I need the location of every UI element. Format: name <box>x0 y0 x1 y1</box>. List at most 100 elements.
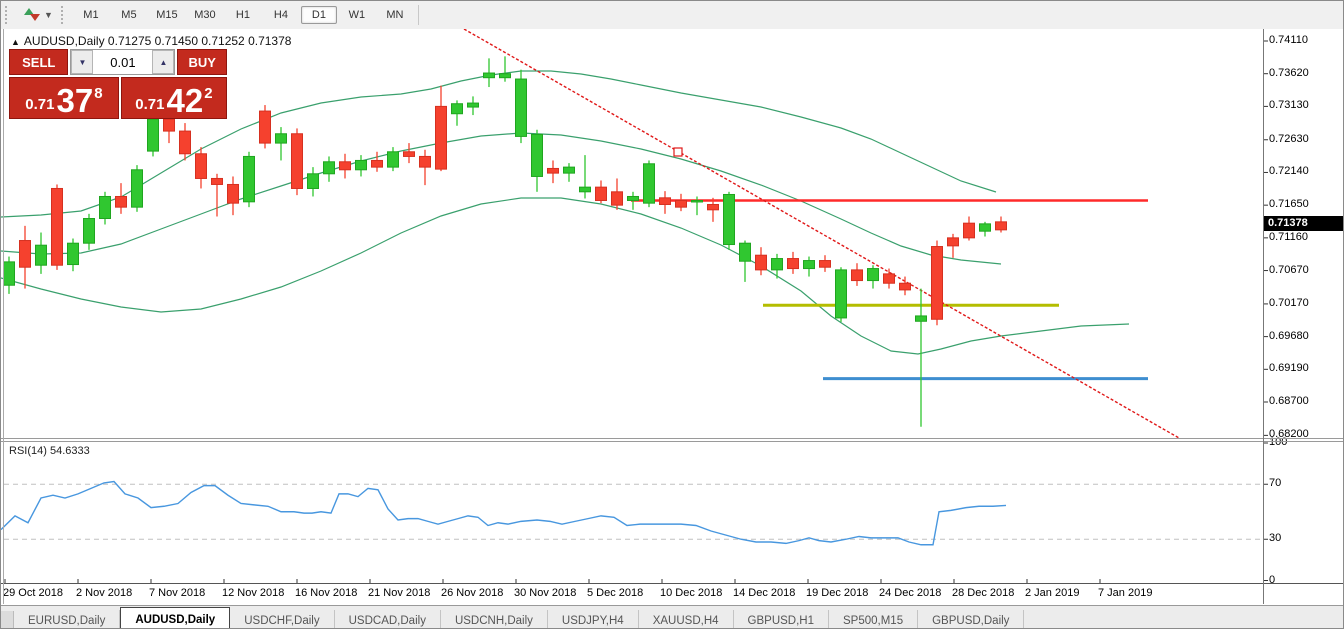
chart-tab-XAUUSD[interactable]: XAUUSD,H4 <box>639 610 734 629</box>
timeframe-button-W1[interactable]: W1 <box>339 6 375 24</box>
price-axis-label: 0.70670 <box>1269 264 1309 276</box>
candle <box>580 187 591 192</box>
candle <box>436 106 447 169</box>
current-price-tag: 0.71378 <box>1263 216 1344 231</box>
chart-tab-AUDUSD[interactable]: AUDUSD,Daily <box>120 607 230 629</box>
candle <box>20 241 31 268</box>
chart-type-icon[interactable] <box>22 6 42 24</box>
price-axis-label: 0.70170 <box>1269 297 1309 309</box>
time-axis-label: 2 Nov 2018 <box>76 587 132 599</box>
toolbar-grip-2[interactable] <box>61 6 67 24</box>
time-axis-label: 2 Jan 2019 <box>1025 587 1079 599</box>
pane-separator-2[interactable] <box>1 441 1344 442</box>
chart-tab-USDJPY[interactable]: USDJPY,H4 <box>548 610 639 629</box>
timeframe-button-M5[interactable]: M5 <box>111 6 147 24</box>
candle <box>820 261 831 268</box>
time-axis-label: 24 Dec 2018 <box>879 587 941 599</box>
one-click-trading-panel: SELL ▼ 0.01 ▲ BUY 0.71 37 8 0.71 42 2 <box>9 49 227 119</box>
symbol-marker-icon: ▲ <box>11 37 20 47</box>
chart-tab-SP500[interactable]: SP500,M15 <box>829 610 918 629</box>
timeframe-button-M30[interactable]: M30 <box>187 6 223 24</box>
candle <box>84 219 95 244</box>
time-axis-label: 7 Jan 2019 <box>1098 587 1152 599</box>
price-axis-label: 0.71650 <box>1269 198 1309 210</box>
sell-price-prefix: 0.71 <box>25 96 54 113</box>
descending-trendline[interactable] <box>464 29 1179 438</box>
price-axis-label: 0.69680 <box>1269 330 1309 342</box>
candle <box>148 119 159 151</box>
buy-price-prefix: 0.71 <box>135 96 164 113</box>
candle <box>228 184 239 203</box>
terminal-window: ▼ M1M5M15M30H1H4D1W1MN ▲ AUDUSD,Daily 0.7… <box>0 0 1344 629</box>
volume-stepper: ▼ 0.01 ▲ <box>70 49 175 75</box>
buy-quote[interactable]: 0.71 42 2 <box>121 77 227 119</box>
candle <box>868 269 879 281</box>
candle <box>916 316 927 321</box>
timeframe-button-H4[interactable]: H4 <box>263 6 299 24</box>
timeframe-button-H1[interactable]: H1 <box>225 6 261 24</box>
chevron-down-icon[interactable]: ▼ <box>44 10 53 20</box>
chart-tabs-bar: EURUSD,DailyAUDUSD,DailyUSDCHF,DailyUSDC… <box>1 605 1344 629</box>
candle <box>804 261 815 269</box>
candle <box>4 262 15 285</box>
trendline-anchor-marker[interactable] <box>674 148 682 156</box>
sell-button[interactable]: SELL <box>9 49 68 75</box>
timeframe-button-MN[interactable]: MN <box>377 6 413 24</box>
candle <box>788 259 799 269</box>
time-axis-label: 12 Nov 2018 <box>222 587 284 599</box>
candle <box>900 283 911 290</box>
candle <box>196 154 207 179</box>
candle <box>516 79 527 136</box>
candle <box>340 162 351 170</box>
candle <box>276 134 287 143</box>
chart-tab-GBPUSD[interactable]: GBPUSD,H1 <box>734 610 829 629</box>
sell-quote[interactable]: 0.71 37 8 <box>9 77 119 119</box>
candle <box>660 198 671 205</box>
toolbar-grip[interactable] <box>5 6 11 24</box>
price-axis-label: 0.74110 <box>1269 34 1308 46</box>
chart-tab-USDCAD[interactable]: USDCAD,Daily <box>335 610 441 629</box>
buy-button[interactable]: BUY <box>177 49 227 75</box>
price-axis-label: 0.68700 <box>1269 395 1309 407</box>
candle <box>260 111 271 143</box>
timeframe-button-D1[interactable]: D1 <box>301 6 337 24</box>
chart-tab-EURUSD[interactable]: EURUSD,Daily <box>14 610 120 629</box>
candle <box>980 224 991 231</box>
chart-tab-USDCNH[interactable]: USDCNH,Daily <box>441 610 548 629</box>
candle <box>548 168 559 173</box>
bollinger-middle-band <box>1 133 1001 264</box>
candle <box>932 247 943 320</box>
rsi-axis-label: 30 <box>1269 532 1281 544</box>
price-axis-label: 0.71160 <box>1269 231 1308 243</box>
candle <box>612 192 623 205</box>
chart-tab-GBPUSD[interactable]: GBPUSD,Daily <box>918 610 1024 629</box>
toolbar: ▼ M1M5M15M30H1H4D1W1MN <box>1 1 1344 30</box>
time-axis-label: 14 Dec 2018 <box>733 587 795 599</box>
volume-increase-icon[interactable]: ▲ <box>152 50 174 74</box>
time-axis-label: 16 Nov 2018 <box>295 587 357 599</box>
time-axis-label: 21 Nov 2018 <box>368 587 430 599</box>
volume-input[interactable]: 0.01 <box>93 50 152 74</box>
chart-tab-USDCHF[interactable]: USDCHF,Daily <box>230 610 334 629</box>
time-axis-label: 30 Nov 2018 <box>514 587 576 599</box>
sell-price-big: 37 <box>56 86 93 116</box>
candle <box>740 243 751 261</box>
price-axis-label: 0.72630 <box>1269 133 1309 145</box>
candle <box>644 164 655 203</box>
candle <box>692 200 703 202</box>
bollinger-lower-band <box>1 198 1129 354</box>
time-axis-label: 19 Dec 2018 <box>806 587 868 599</box>
timeframe-button-M1[interactable]: M1 <box>73 6 109 24</box>
volume-decrease-icon[interactable]: ▼ <box>71 50 93 74</box>
timeframe-button-M15[interactable]: M15 <box>149 6 185 24</box>
tab-scroll-stub[interactable] <box>1 611 14 629</box>
candle <box>116 196 127 207</box>
candle <box>628 196 639 200</box>
candle <box>452 104 463 114</box>
rsi-line <box>1 482 1006 545</box>
candle <box>212 178 223 184</box>
buy-price-big: 42 <box>166 86 203 116</box>
time-axis-label: 28 Dec 2018 <box>952 587 1014 599</box>
pane-separator[interactable] <box>1 438 1344 439</box>
candle <box>420 156 431 167</box>
